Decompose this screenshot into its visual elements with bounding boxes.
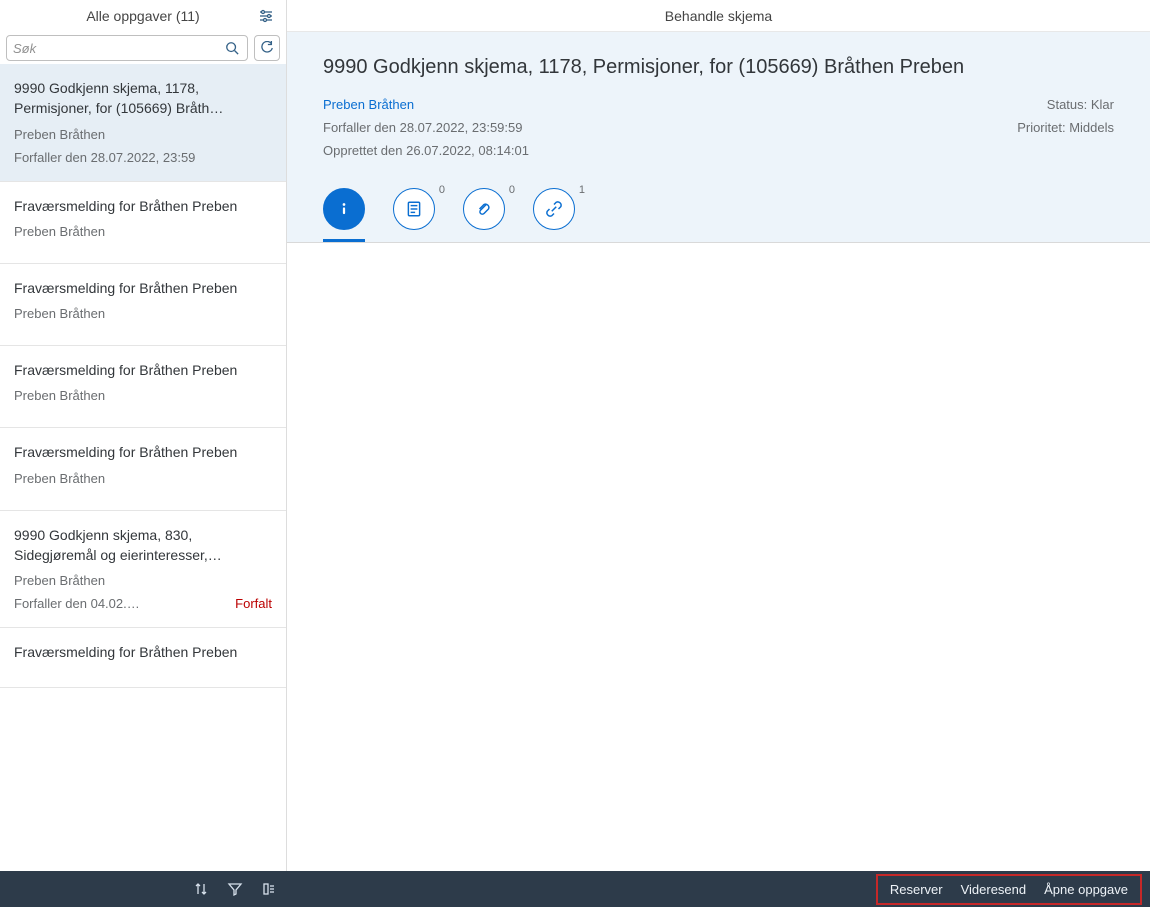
task-due-row: Forfaller den 04.02.… Forfalt bbox=[14, 596, 272, 611]
tab-info[interactable] bbox=[323, 188, 365, 230]
detail-meta: Preben Bråthen Forfaller den 28.07.2022,… bbox=[323, 97, 1114, 158]
tab-row: 0 0 1 bbox=[323, 188, 1114, 242]
task-item[interactable]: 9990 Godkjenn skjema, 1178, Permisjoner,… bbox=[0, 64, 286, 182]
tab-notes[interactable]: 0 bbox=[393, 188, 435, 230]
group-icon[interactable] bbox=[261, 881, 277, 897]
task-author: Preben Bråthen bbox=[14, 388, 272, 403]
task-title: Fraværsmelding for Bråthen Preben bbox=[14, 360, 272, 380]
task-item[interactable]: Fraværsmelding for Bråthen Preben Preben … bbox=[0, 182, 286, 264]
task-item[interactable]: 9990 Godkjenn skjema, 830, Sidegjøremål … bbox=[0, 511, 286, 629]
task-title: 9990 Godkjenn skjema, 830, Sidegjøremål … bbox=[14, 525, 272, 566]
refresh-button[interactable] bbox=[254, 35, 280, 61]
task-author: Preben Bråthen bbox=[14, 224, 272, 239]
filter-icon[interactable] bbox=[227, 881, 243, 897]
settings-icon[interactable] bbox=[258, 8, 274, 24]
main-header-title: Behandle skjema bbox=[665, 8, 772, 24]
task-title: Fraværsmelding for Bråthen Preben bbox=[14, 442, 272, 462]
meta-right: Status: Klar Prioritet: Middels bbox=[1017, 97, 1114, 158]
task-author: Preben Bråthen bbox=[14, 127, 272, 142]
task-due: Forfaller den 28.07.2022, 23:59 bbox=[14, 150, 195, 165]
attachments-badge: 0 bbox=[509, 184, 515, 196]
task-title: 9990 Godkjenn skjema, 1178, Permisjoner,… bbox=[14, 78, 272, 119]
task-author: Preben Bråthen bbox=[14, 573, 272, 588]
priority-line: Prioritet: Middels bbox=[1017, 120, 1114, 135]
status-line: Status: Klar bbox=[1017, 97, 1114, 112]
task-list[interactable]: 9990 Godkjenn skjema, 1178, Permisjoner,… bbox=[0, 64, 286, 871]
task-due-row: Forfaller den 28.07.2022, 23:59 bbox=[14, 150, 272, 165]
task-due: Forfaller den 04.02.… bbox=[14, 596, 140, 611]
task-item[interactable]: Fraværsmelding for Bråthen Preben Preben … bbox=[0, 428, 286, 510]
task-title: Fraværsmelding for Bråthen Preben bbox=[14, 278, 272, 298]
detail-title: 9990 Godkjenn skjema, 1178, Permisjoner,… bbox=[323, 56, 1114, 79]
tab-attachments[interactable]: 0 bbox=[463, 188, 505, 230]
main-panel: Behandle skjema 9990 Godkjenn skjema, 11… bbox=[287, 0, 1150, 871]
reserve-button[interactable]: Reserver bbox=[882, 878, 951, 901]
links-badge: 1 bbox=[579, 184, 585, 196]
open-task-button[interactable]: Åpne oppgave bbox=[1036, 878, 1136, 901]
task-author: Preben Bråthen bbox=[14, 306, 272, 321]
search-box[interactable] bbox=[6, 35, 248, 61]
due-line: Forfaller den 28.07.2022, 23:59:59 bbox=[323, 120, 529, 135]
search-input[interactable] bbox=[13, 41, 223, 56]
task-author: Preben Bråthen bbox=[14, 471, 272, 486]
detail-header-block: 9990 Godkjenn skjema, 1178, Permisjoner,… bbox=[287, 32, 1150, 243]
forward-button[interactable]: Videresend bbox=[953, 878, 1035, 901]
sidebar: Alle oppgaver (11) bbox=[0, 0, 287, 871]
sidebar-footer bbox=[0, 871, 287, 907]
sidebar-title: Alle oppgaver (11) bbox=[86, 8, 199, 24]
main-footer: Reserver Videresend Åpne oppgave bbox=[287, 871, 1150, 907]
meta-left: Preben Bråthen Forfaller den 28.07.2022,… bbox=[323, 97, 529, 158]
footer-actions: Reserver Videresend Åpne oppgave bbox=[876, 874, 1142, 905]
info-icon[interactable] bbox=[323, 188, 365, 230]
task-overdue: Forfalt bbox=[235, 596, 272, 611]
search-icon[interactable] bbox=[223, 41, 241, 55]
author-link[interactable]: Preben Bråthen bbox=[323, 97, 529, 112]
link-icon[interactable] bbox=[533, 188, 575, 230]
notes-badge: 0 bbox=[439, 184, 445, 196]
main-header: Behandle skjema bbox=[287, 0, 1150, 32]
created-line: Opprettet den 26.07.2022, 08:14:01 bbox=[323, 143, 529, 158]
sidebar-header: Alle oppgaver (11) bbox=[0, 0, 286, 32]
detail-body bbox=[287, 243, 1150, 871]
notes-icon[interactable] bbox=[393, 188, 435, 230]
task-title: Fraværsmelding for Bråthen Preben bbox=[14, 196, 272, 216]
task-item[interactable]: Fraværsmelding for Bråthen Preben bbox=[0, 628, 286, 687]
tab-links[interactable]: 1 bbox=[533, 188, 575, 230]
footer: Reserver Videresend Åpne oppgave bbox=[0, 871, 1150, 907]
paperclip-icon[interactable] bbox=[463, 188, 505, 230]
task-item[interactable]: Fraværsmelding for Bråthen Preben Preben … bbox=[0, 264, 286, 346]
task-title: Fraværsmelding for Bråthen Preben bbox=[14, 642, 272, 662]
search-row bbox=[0, 32, 286, 64]
sort-icon[interactable] bbox=[193, 881, 209, 897]
task-item[interactable]: Fraværsmelding for Bråthen Preben Preben … bbox=[0, 346, 286, 428]
